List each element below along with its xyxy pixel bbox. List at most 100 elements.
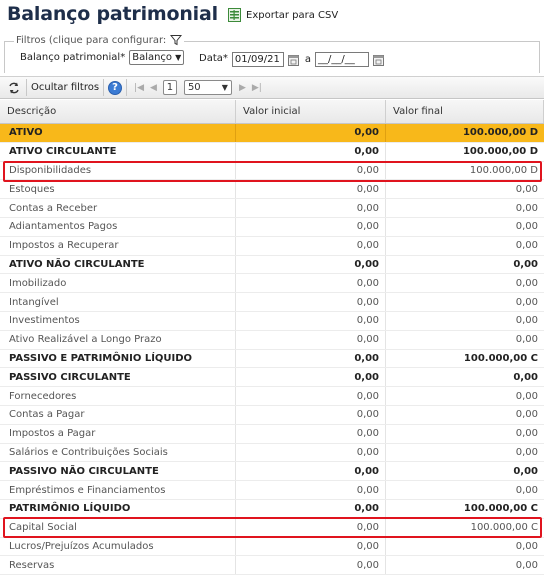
table-row[interactable]: Adiantamentos Pagos 0,00 0,00 — [0, 217, 544, 237]
column-header-valor-final[interactable]: Valor final — [386, 100, 544, 123]
table-row[interactable]: Imobilizado 0,00 0,00 — [0, 274, 544, 294]
row-description: PATRIMÔNIO LÍQUIDO — [0, 499, 236, 518]
table-row[interactable]: Impostos a Recuperar 0,00 0,00 — [0, 236, 544, 256]
row-description: ATIVO CIRCULANTE — [0, 142, 236, 161]
table-row[interactable]: ATIVO CIRCULANTE 0,00 100.000,00 D — [0, 142, 544, 162]
date-filter: Data* 01/09/21 a __/__/__ — [199, 49, 385, 67]
row-initial-value: 0,00 — [236, 424, 386, 443]
row-description: Disponibilidades — [0, 161, 236, 180]
grid-toolbar: Ocultar filtros ? |◀ ◀ 1 50 ▼ ▶ ▶| — [0, 76, 544, 99]
row-description: Ativo Realizável a Longo Prazo — [0, 330, 236, 349]
row-final-value: 0,00 — [515, 484, 538, 496]
calendar-icon[interactable] — [373, 54, 385, 66]
page-size-select[interactable]: 50 ▼ — [183, 80, 232, 95]
row-final-value: 100.000,00 C — [470, 522, 538, 534]
row-initial-value: 0,00 — [236, 142, 386, 161]
column-header-valor-inicial[interactable]: Valor inicial — [236, 100, 386, 123]
toolbar-divider — [126, 79, 128, 96]
row-final-value: 100.000,00 D — [462, 127, 538, 139]
row-final-value: 0,00 — [515, 221, 538, 233]
table-row[interactable]: Lucros/Prejuízos Acumulados 0,00 0,00 — [0, 537, 544, 557]
row-initial-value: 0,00 — [236, 236, 386, 255]
table-row[interactable]: ATIVO 0,00 100.000,00 D — [0, 124, 544, 143]
row-description: Contas a Receber — [0, 199, 236, 217]
row-final-value: 0,00 — [515, 446, 538, 458]
calendar-icon[interactable] — [287, 54, 299, 66]
export-csv-button[interactable]: Exportar para CSV — [228, 8, 338, 22]
chevron-down-icon: ▼ — [221, 83, 228, 92]
table-row[interactable]: PASSIVO CIRCULANTE 0,00 0,00 — [0, 368, 544, 388]
table-row[interactable]: Reservas 0,00 0,00 — [0, 556, 544, 576]
row-initial-value: 0,00 — [236, 124, 386, 142]
row-final-value: 0,00 — [515, 296, 538, 308]
table-row[interactable]: PASSIVO NÃO CIRCULANTE 0,00 0,00 — [0, 462, 544, 482]
date-to-value: __/__/__ — [318, 54, 355, 65]
report-select[interactable]: Balanço ▼ — [129, 50, 185, 65]
row-initial-value: 0,00 — [236, 405, 386, 424]
date-to-input[interactable]: __/__/__ — [315, 52, 370, 67]
table-row[interactable]: Investimentos 0,00 0,00 — [0, 311, 544, 331]
filters-legend[interactable]: Filtros (clique para configurar: — [14, 34, 185, 46]
table-row[interactable]: Contas a Receber 0,00 0,00 — [0, 199, 544, 218]
next-page-icon[interactable]: ▶ — [239, 83, 246, 93]
row-initial-value: 0,00 — [236, 368, 386, 387]
row-description: PASSIVO NÃO CIRCULANTE — [0, 462, 236, 481]
table-row[interactable]: Disponibilidades 0,00 100.000,00 D — [0, 161, 544, 181]
last-page-icon[interactable]: ▶| — [252, 83, 262, 93]
report-filter-label: Balanço patrimonial* — [20, 52, 126, 63]
table-row[interactable]: PATRIMÔNIO LÍQUIDO 0,00 100.000,00 C — [0, 499, 544, 519]
date-from-input[interactable]: 01/09/21 — [231, 52, 284, 67]
refresh-button[interactable] — [6, 82, 22, 94]
table-row[interactable]: PASSIVO E PATRIMÔNIO LÍQUIDO 0,00 100.000,… — [0, 349, 544, 369]
report-select-value: Balanço — [132, 52, 173, 63]
row-final-value: 0,00 — [515, 428, 538, 440]
help-icon[interactable]: ? — [108, 80, 123, 95]
table-row[interactable]: Intangível 0,00 0,00 — [0, 293, 544, 312]
page-number-input[interactable]: 1 — [162, 80, 177, 95]
first-page-icon[interactable]: |◀ — [134, 83, 144, 93]
column-header-descricao[interactable]: Descrição — [0, 100, 236, 123]
prev-page-icon[interactable]: ◀ — [150, 83, 157, 93]
filter-funnel-icon[interactable] — [170, 34, 183, 46]
table-row[interactable]: Impostos a Pagar 0,00 0,00 — [0, 424, 544, 444]
row-initial-value: 0,00 — [236, 499, 386, 518]
row-initial-value: 0,00 — [236, 330, 386, 349]
date-separator: a — [304, 54, 312, 65]
row-description: Reservas — [0, 556, 236, 575]
table-row[interactable]: Capital Social 0,00 100.000,00 C — [0, 518, 544, 538]
row-initial-value: 0,00 — [236, 537, 386, 556]
table-row[interactable]: Fornecedores 0,00 0,00 — [0, 387, 544, 406]
row-description: Imobilizado — [0, 274, 236, 293]
table-row[interactable]: Estoques 0,00 0,00 — [0, 180, 544, 200]
row-description: Empréstimos e Financiamentos — [0, 481, 236, 499]
row-initial-value: 0,00 — [236, 462, 386, 481]
row-final-value: 100.000,00 D — [462, 146, 538, 158]
row-final-value: 0,00 — [515, 559, 538, 571]
row-description: Estoques — [0, 180, 236, 199]
row-initial-value: 0,00 — [236, 180, 386, 199]
row-final-value: 0,00 — [515, 277, 538, 289]
row-final-value: 0,00 — [515, 390, 538, 402]
row-final-value: 100.000,00 C — [463, 352, 538, 364]
row-initial-value: 0,00 — [236, 161, 386, 180]
table-row[interactable]: Contas a Pagar 0,00 0,00 — [0, 405, 544, 425]
row-final-value: 0,00 — [513, 465, 538, 477]
table-row[interactable]: ATIVO NÃO CIRCULANTE 0,00 0,00 — [0, 255, 544, 275]
date-filter-label: Data* — [199, 52, 228, 64]
row-description: Fornecedores — [0, 387, 236, 405]
row-final-value: 0,00 — [515, 183, 538, 195]
table-row[interactable]: Empréstimos e Financiamentos 0,00 0,00 — [0, 481, 544, 500]
row-initial-value: 0,00 — [236, 349, 386, 368]
row-description: Impostos a Pagar — [0, 424, 236, 443]
hide-filters-button[interactable]: Ocultar filtros — [31, 82, 99, 93]
row-description: ATIVO NÃO CIRCULANTE — [0, 255, 236, 274]
page-header: Balanço patrimonial Exportar para CSV — [0, 0, 544, 32]
row-initial-value: 0,00 — [236, 274, 386, 293]
row-description: Capital Social — [0, 518, 236, 537]
table-row[interactable]: Salários e Contribuições Sociais 0,00 0,00 — [0, 443, 544, 463]
row-description: Intangível — [0, 293, 236, 311]
row-initial-value: 0,00 — [236, 443, 386, 462]
table-row[interactable]: Ativo Realizável a Longo Prazo 0,00 0,00 — [0, 330, 544, 350]
grid-header: Descrição Valor inicial Valor final — [0, 100, 544, 124]
row-description: Salários e Contribuições Sociais — [0, 443, 236, 462]
